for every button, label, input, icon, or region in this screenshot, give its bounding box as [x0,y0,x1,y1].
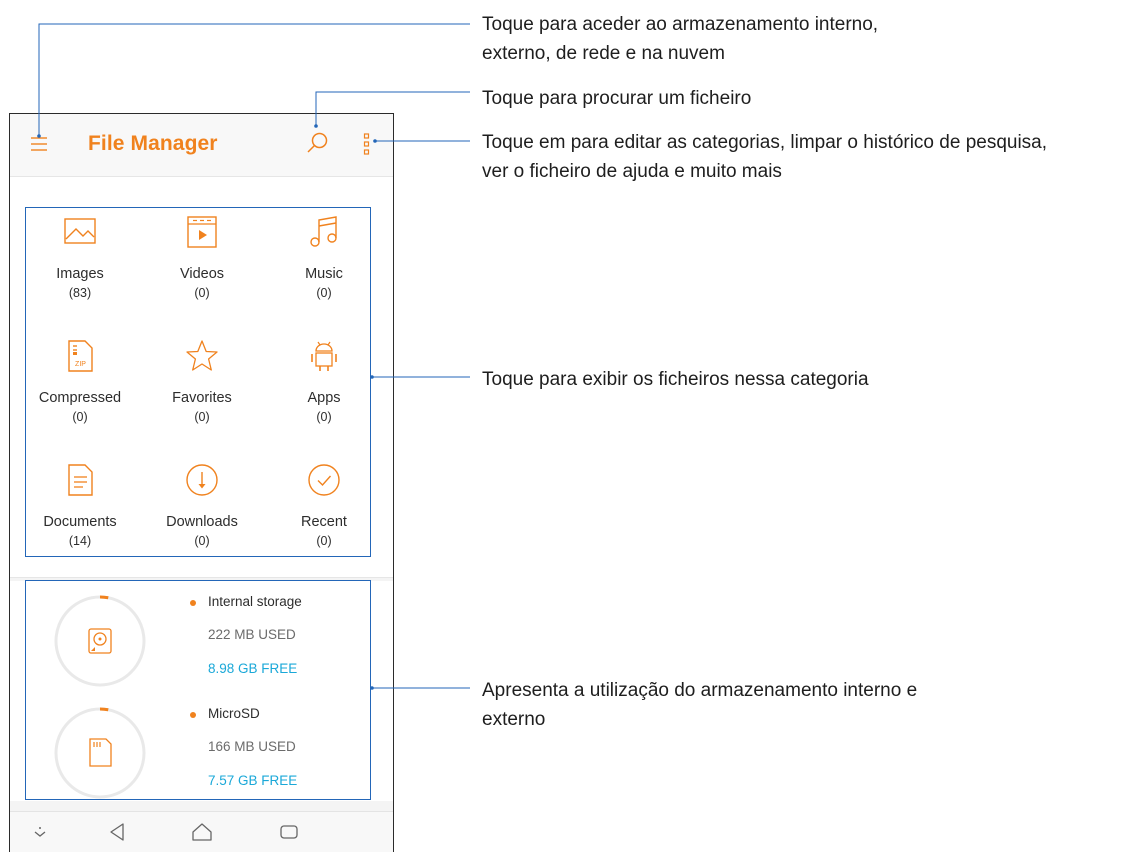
drawer-leader-line [38,23,470,136]
search-leader-line [315,91,470,126]
callout-search: Toque para procurar um ficheiro [482,88,752,109]
callout-drawer: Toque para aceder ao armazenamento inter… [482,14,879,64]
callout-categories: Toque para exibir os ficheiros nessa cat… [482,369,869,390]
callout-storage: Apresenta a utilização do armazenamento … [482,680,918,730]
callout-more: Toque em para editar as categorias, limp… [482,132,1048,182]
